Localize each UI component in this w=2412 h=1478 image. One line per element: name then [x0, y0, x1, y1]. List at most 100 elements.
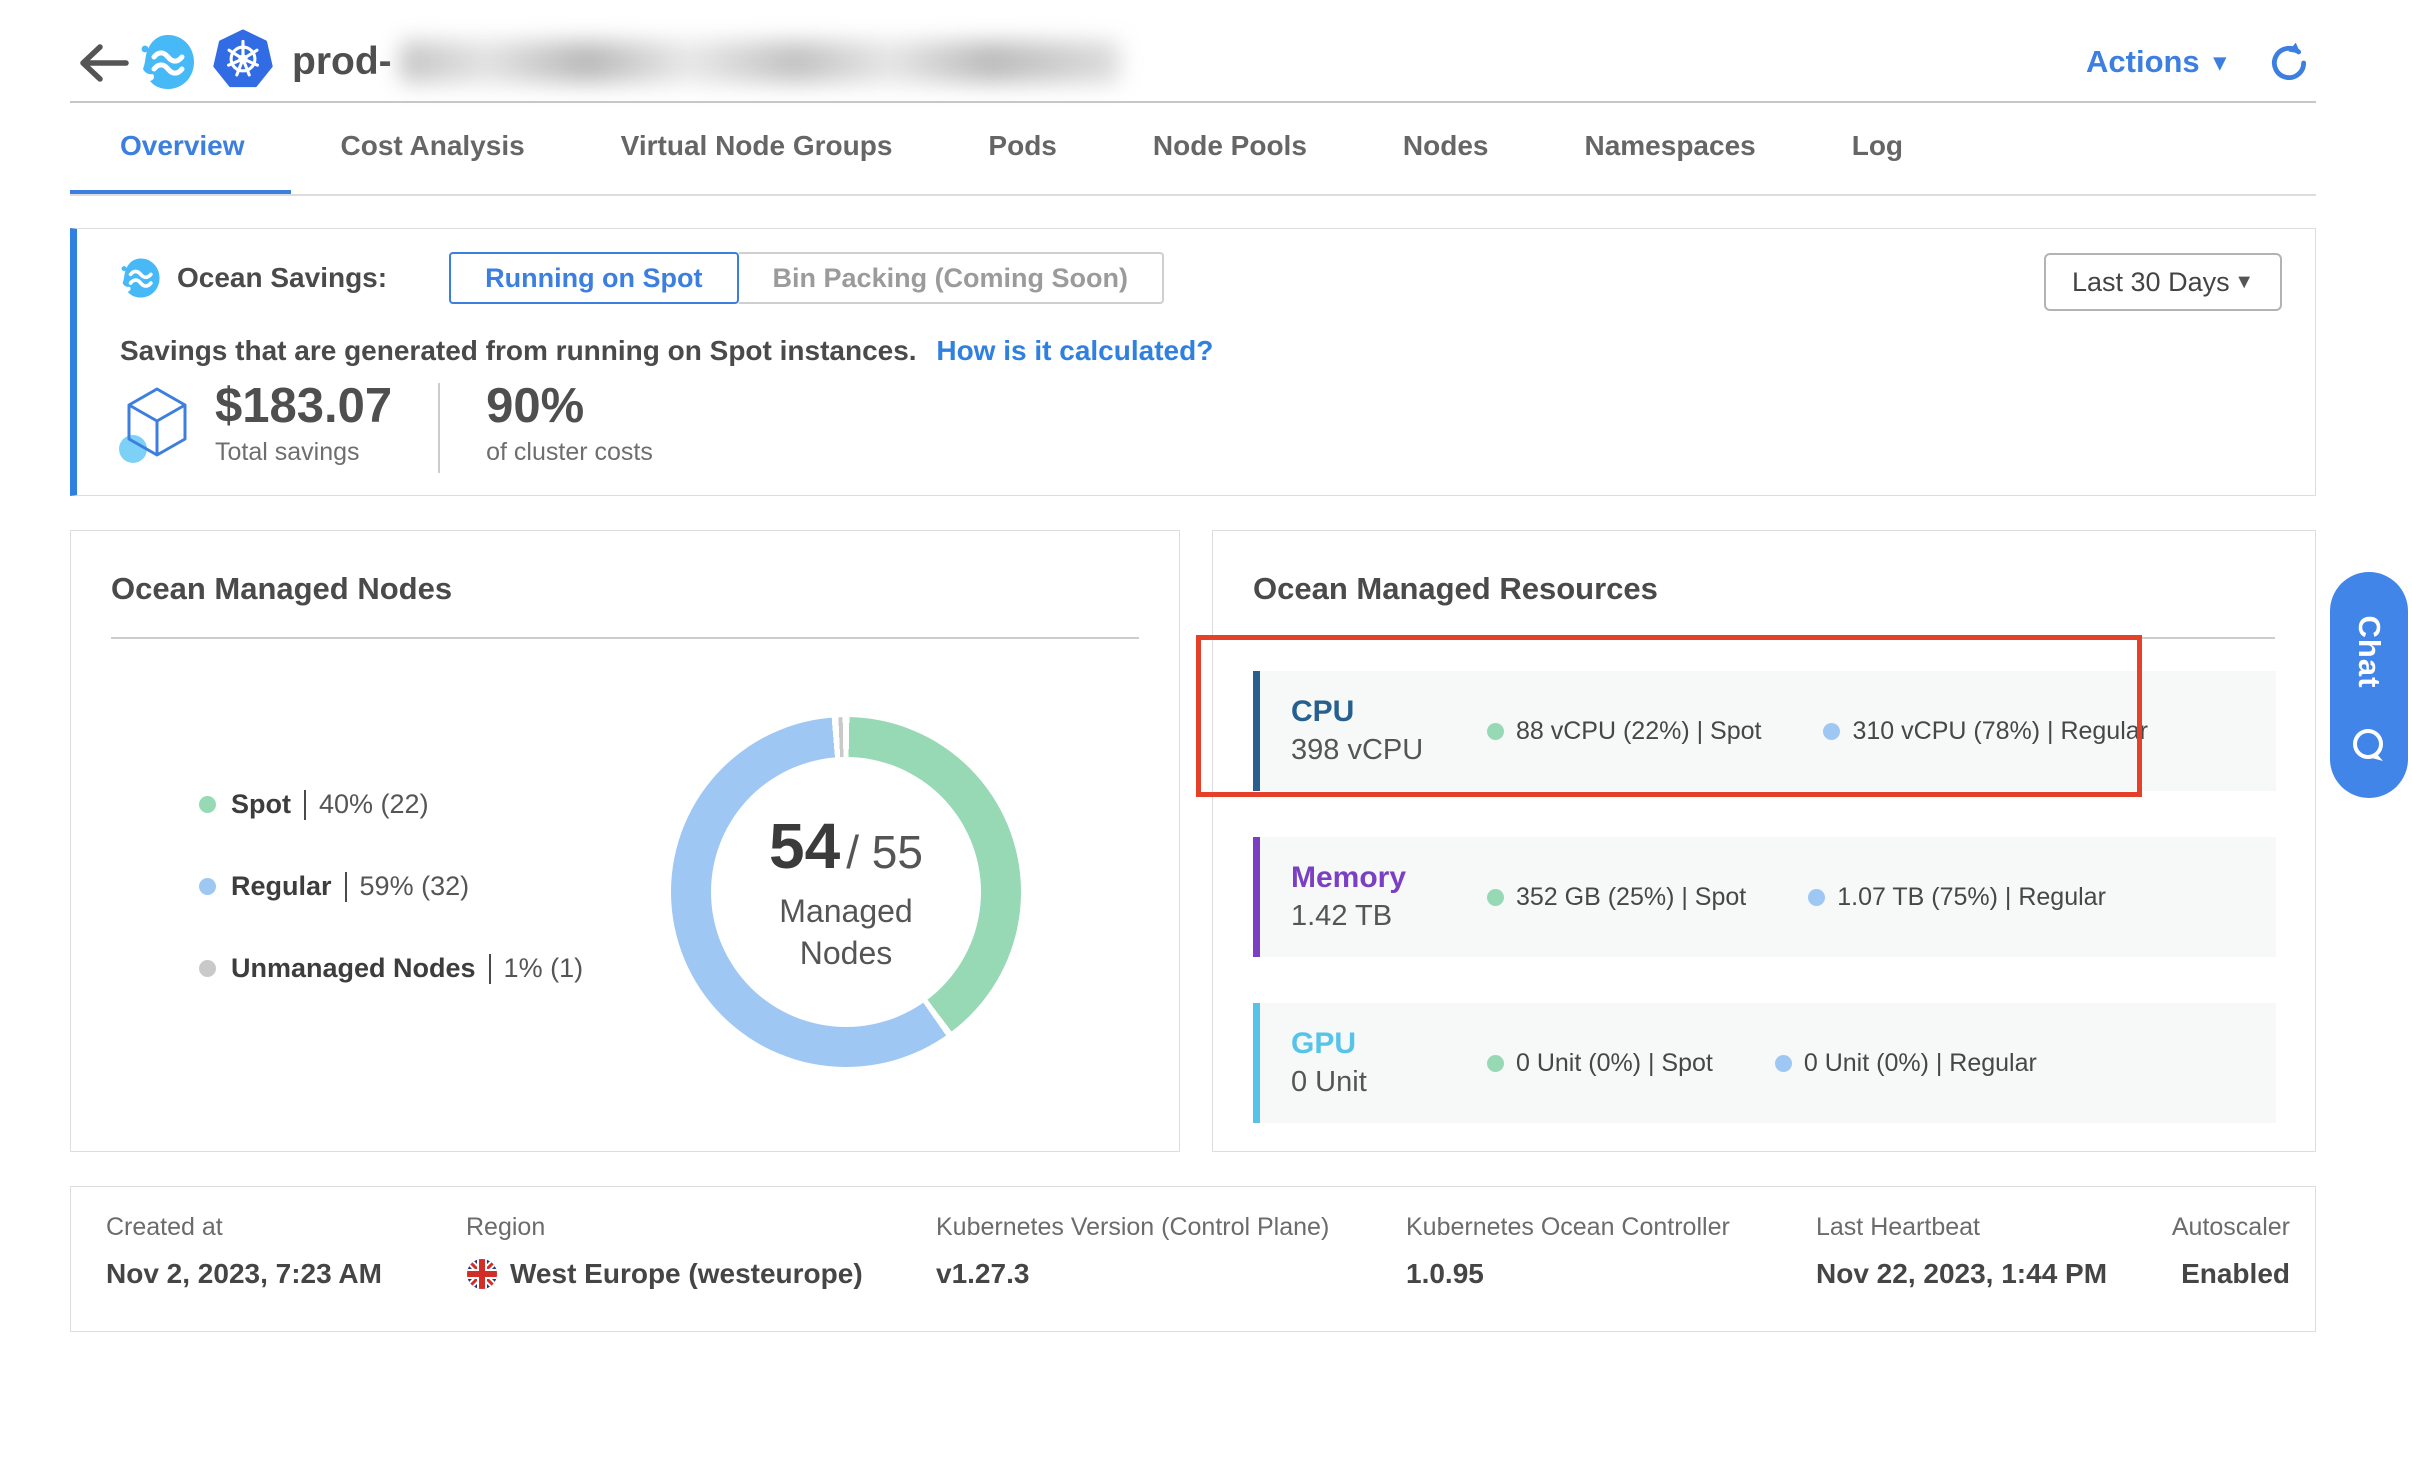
bin-packing-toggle[interactable]: Bin Packing (Coming Soon) [739, 252, 1165, 304]
managed-nodes-title: Ocean Managed Nodes [111, 571, 452, 607]
info-value: 1.0.95 [1406, 1258, 1730, 1290]
info-value: West Europe (westeurope) [510, 1258, 863, 1290]
k8s-version-column: Kubernetes Version (Control Plane) v1.27… [936, 1213, 1329, 1290]
running-on-spot-toggle[interactable]: Running on Spot [449, 252, 738, 304]
last-heartbeat-column: Last Heartbeat Nov 22, 2023, 1:44 PM [1816, 1213, 2107, 1290]
dropdown-caret-icon: ▼ [2234, 271, 2254, 294]
tab-bar: Overview Cost Analysis Virtual Node Grou… [120, 130, 1903, 166]
page-title: prod- [292, 40, 1120, 84]
gpu-spot-stat: 0 Unit (0%) | Spot [1487, 1049, 1713, 1078]
info-label: Created at [106, 1213, 382, 1242]
savings-toggle-group: Running on Spot Bin Packing (Coming Soon… [449, 252, 1164, 304]
managed-resources-title: Ocean Managed Resources [1253, 571, 1658, 607]
actions-button[interactable]: Actions ▾ [2086, 44, 2226, 80]
info-value: Enabled [2172, 1258, 2290, 1290]
tab-nodes[interactable]: Nodes [1403, 130, 1489, 166]
period-value: Last 30 Days [2072, 267, 2230, 298]
managed-nodes-divider [111, 637, 1139, 639]
memory-regular-stat: 1.07 TB (75%) | Regular [1808, 883, 2106, 912]
ocean-managed-resources-panel: Ocean Managed Resources CPU 398 vCPU 88 … [1212, 530, 2316, 1152]
stats-divider [438, 383, 440, 473]
spot-dot-icon [1487, 1055, 1504, 1072]
savings-description: Savings that are generated from running … [120, 335, 1213, 367]
chat-button[interactable]: Chat [2330, 572, 2408, 798]
donut-legend: Spot 40% (22) Regular 59% (32) Unmanaged… [199, 789, 583, 984]
resource-total: 0 Unit [1291, 1066, 1487, 1099]
header-divider [70, 101, 2316, 103]
chat-label: Chat [2351, 613, 2387, 691]
actions-label: Actions [2086, 44, 2200, 80]
resource-row-memory: Memory 1.42 TB 352 GB (25%) | Spot 1.07 … [1253, 837, 2276, 957]
tab-cost-analysis[interactable]: Cost Analysis [341, 130, 525, 166]
stat-text: 352 GB (25%) | Spot [1516, 883, 1746, 912]
ocean-logo-icon [138, 33, 196, 96]
resource-name: GPU [1291, 1027, 1487, 1061]
info-label: Kubernetes Version (Control Plane) [936, 1213, 1329, 1242]
region-column: Region West Europe (westeurope) [466, 1213, 863, 1290]
stat-text: 1.07 TB (75%) | Regular [1837, 883, 2106, 912]
legend-item-spot[interactable]: Spot 40% (22) [199, 789, 583, 820]
total-savings-label: Total savings [215, 438, 392, 467]
legend-item-regular[interactable]: Regular 59% (32) [199, 871, 583, 902]
gpu-regular-stat: 0 Unit (0%) | Regular [1775, 1049, 2037, 1078]
refresh-icon [2266, 40, 2312, 86]
legend-value: 59% (32) [360, 871, 470, 902]
spot-legend-dot [199, 796, 216, 813]
kubernetes-logo-icon [212, 29, 274, 96]
period-dropdown[interactable]: Last 30 Days ▼ [2044, 253, 2282, 311]
back-button[interactable] [76, 40, 132, 86]
tab-node-pools[interactable]: Node Pools [1153, 130, 1307, 166]
managed-nodes-donut-chart: 54 / 55 Managed Nodes [671, 717, 1021, 1067]
ocean-savings-label: Ocean Savings: [177, 262, 387, 294]
annotation-highlight-box [1196, 635, 2142, 797]
ocean-savings-card: Ocean Savings: Running on Spot Bin Packi… [70, 228, 2316, 496]
savings-cube-icon [119, 383, 193, 472]
info-value: Nov 2, 2023, 7:23 AM [106, 1258, 382, 1290]
total-savings-value: $183.07 [215, 381, 392, 432]
how-calculated-link[interactable]: How is it calculated? [936, 335, 1213, 366]
resource-row-gpu: GPU 0 Unit 0 Unit (0%) | Spot 0 Unit (0%… [1253, 1003, 2276, 1123]
autoscaler-column: Autoscaler Enabled [2172, 1213, 2290, 1290]
legend-label: Unmanaged Nodes [231, 953, 476, 984]
resource-name: Memory [1291, 861, 1487, 895]
spot-dot-icon [1487, 889, 1504, 906]
legend-value: 1% (1) [504, 953, 584, 984]
legend-separator [304, 790, 306, 820]
stat-text: 0 Unit (0%) | Spot [1516, 1049, 1713, 1078]
savings-description-text: Savings that are generated from running … [120, 335, 917, 366]
donut-center: 54 / 55 Managed Nodes [711, 757, 981, 1027]
ocean-controller-column: Kubernetes Ocean Controller 1.0.95 [1406, 1213, 1730, 1290]
managed-count: 54 [769, 809, 840, 883]
chat-bubble-icon [2348, 725, 2390, 772]
regular-dot-icon [1775, 1055, 1792, 1072]
tab-log[interactable]: Log [1852, 130, 1903, 166]
total-count: / 55 [846, 825, 923, 879]
regular-legend-dot [199, 878, 216, 895]
tabs-divider [70, 194, 2316, 196]
cluster-info-bar: Created at Nov 2, 2023, 7:23 AM Region [70, 1186, 2316, 1332]
regular-dot-icon [1808, 889, 1825, 906]
legend-separator [489, 954, 491, 984]
legend-label: Regular [231, 871, 332, 902]
back-arrow-icon [76, 40, 132, 86]
legend-item-unmanaged[interactable]: Unmanaged Nodes 1% (1) [199, 953, 583, 984]
tab-overview[interactable]: Overview [120, 130, 245, 166]
stat-text: 0 Unit (0%) | Regular [1804, 1049, 2037, 1078]
redacted-cluster-name [400, 41, 1120, 83]
cluster-cost-percent-label: of cluster costs [486, 438, 653, 467]
resource-total: 1.42 TB [1291, 900, 1487, 933]
savings-stats: $183.07 Total savings 90% of cluster cos… [119, 381, 653, 473]
tab-virtual-node-groups[interactable]: Virtual Node Groups [621, 130, 893, 166]
refresh-button[interactable] [2266, 40, 2312, 91]
cluster-name-prefix: prod- [292, 40, 392, 84]
memory-spot-stat: 352 GB (25%) | Spot [1487, 883, 1746, 912]
info-label: Last Heartbeat [1816, 1213, 2107, 1242]
info-label: Autoscaler [2172, 1213, 2290, 1242]
tab-namespaces[interactable]: Namespaces [1584, 130, 1755, 166]
info-label: Kubernetes Ocean Controller [1406, 1213, 1730, 1242]
info-value: Nov 22, 2023, 1:44 PM [1816, 1258, 2107, 1290]
ocean-managed-nodes-panel: Ocean Managed Nodes Spot 40% (22) Regula… [70, 530, 1180, 1152]
legend-separator [345, 872, 347, 902]
donut-caption: Managed Nodes [756, 891, 936, 974]
tab-pods[interactable]: Pods [988, 130, 1056, 166]
